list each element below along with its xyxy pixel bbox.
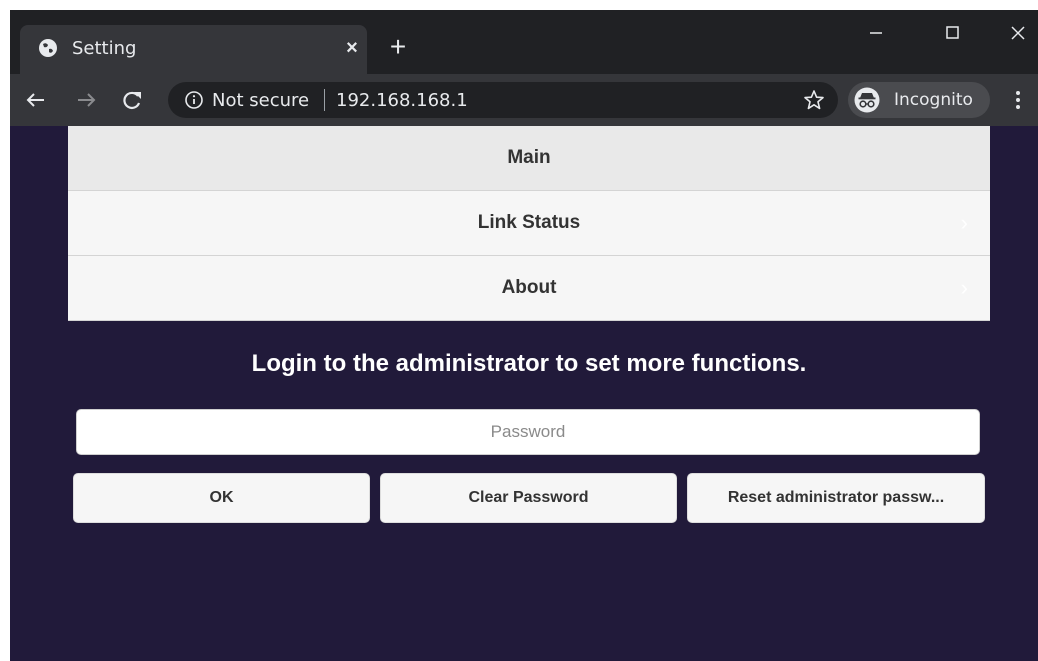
maximize-icon[interactable]: [932, 18, 972, 48]
chevron-right-icon: ›: [960, 275, 968, 300]
info-icon[interactable]: [184, 90, 204, 110]
address-bar[interactable]: Not secure 192.168.168.1: [168, 82, 838, 118]
minimize-icon[interactable]: [856, 18, 896, 48]
window-close-icon[interactable]: [998, 18, 1038, 48]
security-label: Not secure: [212, 90, 310, 111]
tab-setting[interactable]: Setting ×: [20, 25, 367, 74]
reset-admin-password-button[interactable]: Reset administrator passw...: [687, 473, 985, 523]
star-icon[interactable]: [802, 88, 826, 112]
ok-button[interactable]: OK: [73, 473, 370, 523]
back-arrow-icon[interactable]: [22, 86, 50, 114]
nav-item-about[interactable]: About ›: [68, 256, 990, 321]
kebab-menu-icon[interactable]: [1008, 86, 1028, 114]
login-heading: Login to the administrator to set more f…: [251, 350, 807, 377]
nav-item-label: Main: [507, 147, 551, 168]
reload-icon[interactable]: [118, 86, 146, 114]
nav-item-label: About: [501, 277, 557, 298]
tab-strip: Setting × +: [10, 10, 1038, 74]
incognito-icon: [854, 87, 880, 113]
incognito-label: Incognito: [894, 90, 973, 110]
address-separator: [324, 89, 325, 111]
globe-icon: [39, 39, 57, 57]
password-input[interactable]: [76, 409, 980, 455]
tab-title: Setting: [72, 38, 137, 59]
browser-window: Setting × + Not secure 192.168.168.1 Inc…: [10, 10, 1038, 661]
url-text[interactable]: 192.168.168.1: [336, 90, 468, 111]
new-tab-icon[interactable]: +: [383, 33, 413, 63]
forward-arrow-icon[interactable]: [72, 86, 100, 114]
clear-password-button[interactable]: Clear Password: [380, 473, 677, 523]
chevron-right-icon: ›: [960, 210, 968, 235]
nav-list: Main Link Status › About ›: [68, 126, 990, 321]
browser-toolbar: Not secure 192.168.168.1 Incognito: [10, 74, 1038, 126]
incognito-badge[interactable]: Incognito: [848, 82, 990, 118]
nav-item-link-status[interactable]: Link Status ›: [68, 191, 990, 256]
nav-item-main[interactable]: Main: [68, 126, 990, 191]
nav-item-label: Link Status: [477, 212, 581, 233]
tab-close-icon[interactable]: ×: [340, 36, 364, 60]
